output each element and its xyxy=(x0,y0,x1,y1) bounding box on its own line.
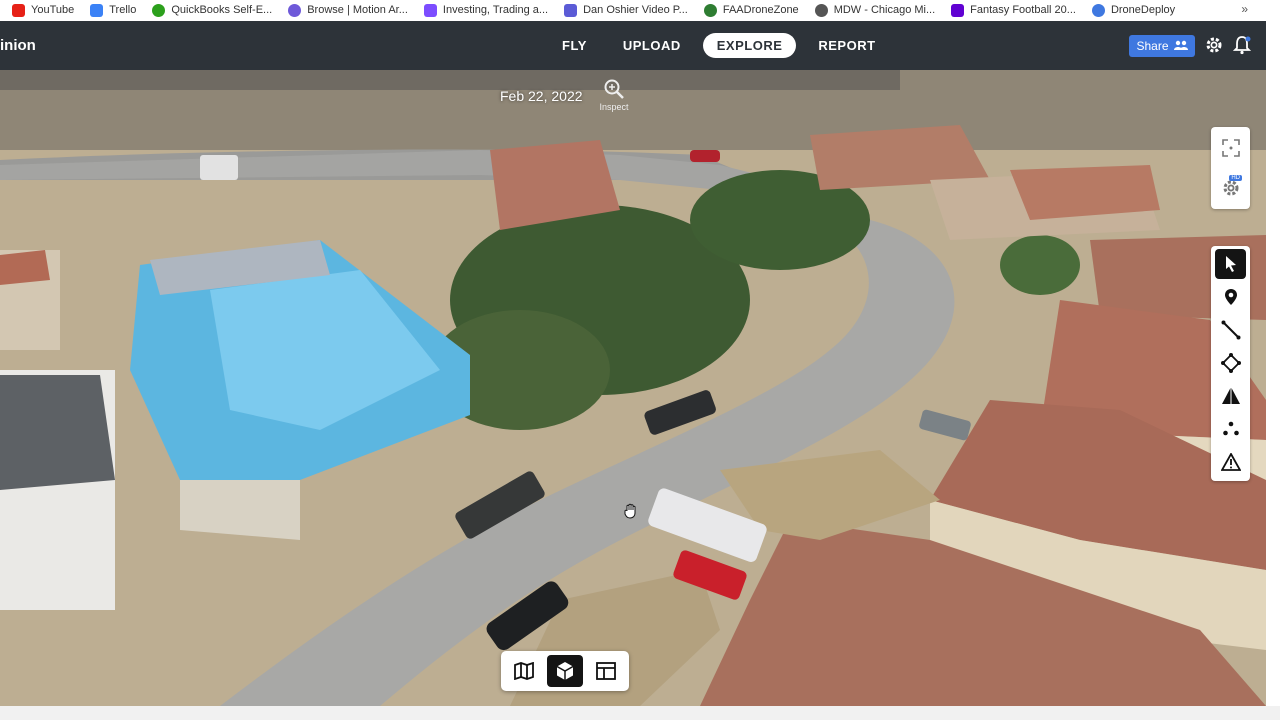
fit-view-icon[interactable] xyxy=(1215,133,1246,163)
tab-fly[interactable]: FLY xyxy=(548,33,601,58)
youtube-icon xyxy=(12,3,25,17)
app-header: inion FLY UPLOAD EXPLORE REPORT Share xyxy=(0,21,1266,70)
video-icon xyxy=(564,3,578,17)
share-label: Share xyxy=(1136,39,1169,53)
bookmarks-overflow-button[interactable]: » xyxy=(1241,2,1248,16)
aerial-scene xyxy=(0,70,1266,706)
tab-report[interactable]: REPORT xyxy=(804,33,889,58)
inspect-button[interactable]: Inspect xyxy=(596,78,632,112)
motion-array-icon xyxy=(288,3,302,17)
bookmark-mdw[interactable]: MDW - Chicago Mi... xyxy=(814,3,935,17)
quickbooks-icon xyxy=(152,3,166,17)
issue-warning-icon[interactable] xyxy=(1215,447,1246,477)
line-measure-icon[interactable] xyxy=(1215,315,1246,345)
view-options-panel: HD xyxy=(1211,127,1250,209)
bookmark-dronedeploy[interactable]: DroneDeploy xyxy=(1091,3,1175,17)
share-button[interactable]: Share xyxy=(1129,35,1195,57)
bookmark-youtube[interactable]: YouTube xyxy=(12,3,74,17)
inspect-label: Inspect xyxy=(599,102,629,112)
select-cursor-icon[interactable] xyxy=(1215,249,1246,279)
bookmark-fantasy-football[interactable]: Fantasy Football 20... xyxy=(951,3,1076,17)
notification-bell-icon[interactable] xyxy=(1232,35,1252,55)
hd-settings-icon[interactable]: HD xyxy=(1215,173,1246,203)
hand-cursor-icon xyxy=(624,503,638,524)
dronedeploy-icon xyxy=(1091,3,1105,17)
points-icon[interactable] xyxy=(1215,414,1246,444)
browser-bottom-strip xyxy=(0,706,1280,720)
hd-badge: HD xyxy=(1229,175,1242,181)
tab-explore[interactable]: EXPLORE xyxy=(702,33,797,58)
investing-icon xyxy=(423,3,437,17)
volume-measure-icon[interactable] xyxy=(1215,381,1246,411)
mode-tabs: FLY UPLOAD EXPLORE REPORT xyxy=(548,33,898,58)
tab-upload[interactable]: UPLOAD xyxy=(609,33,695,58)
page-scrollbar[interactable] xyxy=(1266,21,1280,706)
capture-date[interactable]: Feb 22, 2022 xyxy=(500,88,583,104)
map-3d-viewport[interactable] xyxy=(0,70,1266,706)
bookmark-motion-array[interactable]: Browse | Motion Ar... xyxy=(288,3,408,17)
view-mode-toggle xyxy=(501,651,629,691)
settings-gear-icon[interactable] xyxy=(1205,36,1223,54)
bookmark-quickbooks[interactable]: QuickBooks Self-E... xyxy=(152,3,272,17)
faa-icon xyxy=(703,3,717,17)
trello-icon xyxy=(90,3,104,17)
yahoo-icon xyxy=(951,3,965,17)
map-2d-icon[interactable] xyxy=(506,655,542,687)
bookmarks-bar: YouTube Trello QuickBooks Self-E... Brow… xyxy=(0,0,1280,20)
model-3d-icon[interactable] xyxy=(547,655,583,687)
location-pin-icon[interactable] xyxy=(1215,282,1246,312)
layout-icon[interactable] xyxy=(588,655,624,687)
annotation-tools-panel xyxy=(1211,246,1250,481)
people-icon xyxy=(1173,40,1188,53)
area-measure-icon[interactable] xyxy=(1215,348,1246,378)
inspect-zoom-icon xyxy=(604,79,624,99)
bookmark-dan-oshier[interactable]: Dan Oshier Video P... xyxy=(564,3,688,17)
bookmark-investing[interactable]: Investing, Trading a... xyxy=(423,3,548,17)
bookmark-trello[interactable]: Trello xyxy=(90,3,136,17)
bookmark-faadronezone[interactable]: FAADroneZone xyxy=(703,3,799,17)
project-title[interactable]: inion xyxy=(0,37,36,54)
globe-icon xyxy=(814,3,828,17)
